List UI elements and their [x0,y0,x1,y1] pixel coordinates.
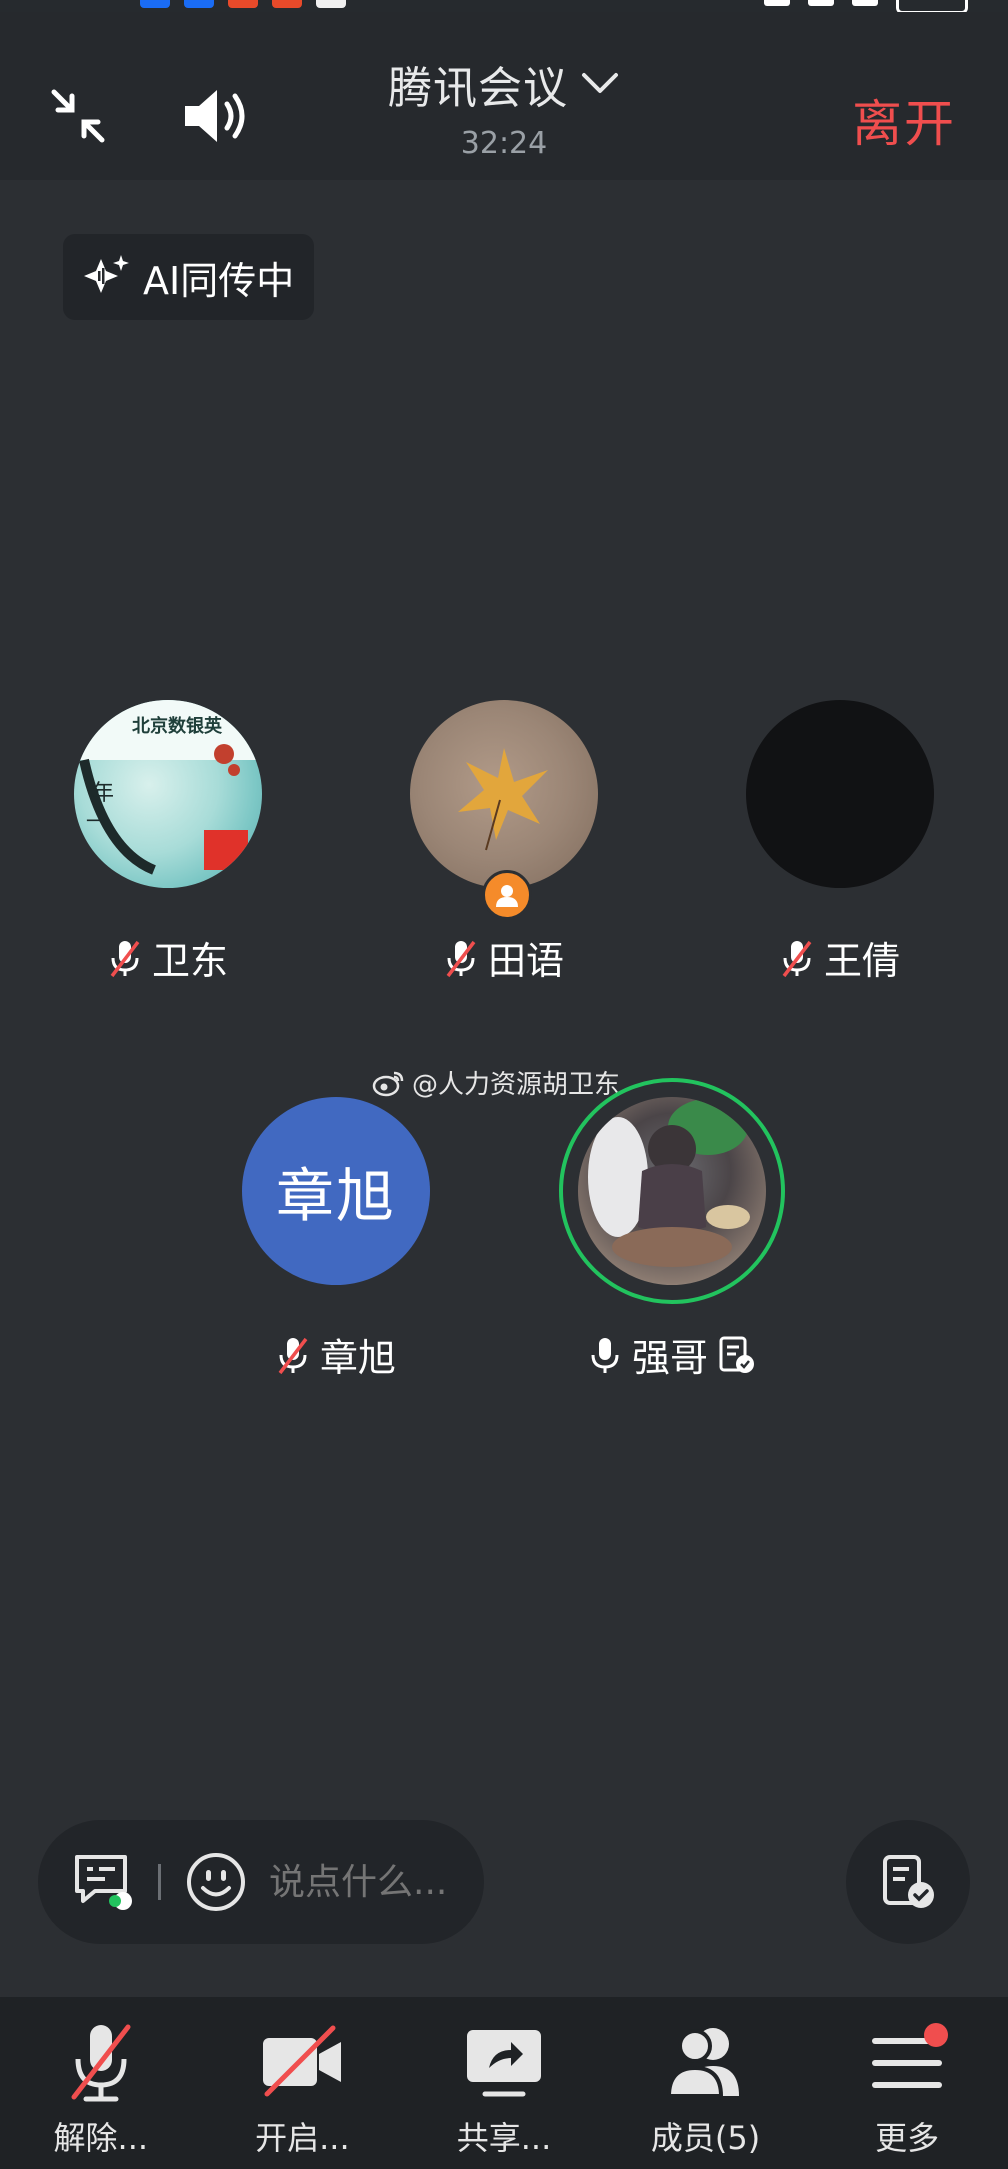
meeting-screen: 腾讯会议 32:24 离开 AI同传中 北京数银英 年 一 卫东 田语 王倩 @… [0,0,1008,2169]
meeting-timer: 32:24 [460,126,548,161]
members-label: 成员(5) [650,2119,761,2157]
unmute-label: 解除... [53,2119,149,2157]
meeting-toolbar: 解除... 开启... 共享... 成员(5) 更多 [0,1997,1008,2169]
divider [158,1864,161,1900]
emoji-icon [187,1853,245,1911]
weibo-watermark: @人力资源胡卫东 [372,1064,620,1101]
ai-badge-label: AI同传中 [143,258,295,303]
chat-input[interactable] [267,1860,471,1904]
participant-tile[interactable]: 田语 [374,700,634,985]
status-bar [0,0,1008,12]
participant-name: 王倩 [823,939,900,983]
chat-bar [38,1820,484,1944]
share-screen-button[interactable]: 共享... [403,1997,605,2169]
svg-text:年: 年 [92,781,114,806]
participant-name: 强哥 [631,1336,708,1380]
start-video-button[interactable]: 开启... [202,1997,404,2169]
avatar [578,1097,766,1285]
participant-name: 卫东 [151,939,228,983]
chevron-down-icon[interactable] [580,71,620,97]
leave-button[interactable]: 离开 [852,84,956,156]
meeting-title[interactable]: 腾讯会议 [388,52,568,116]
meeting-title-area[interactable]: 腾讯会议 32:24 [304,52,704,161]
participant-tile[interactable]: 章旭 章旭 [206,1097,466,1382]
avatar-image: 北京数银英 年 一 [74,700,262,875]
mic-icon [591,1337,619,1373]
meeting-header: 腾讯会议 32:24 离开 [0,12,1008,180]
mic-muted-icon [278,1337,308,1374]
share-screen-label: 共享... [456,2119,552,2157]
subtitles-button[interactable] [68,1847,138,1917]
participant-tile[interactable]: 北京数银英 年 一 卫东 [38,700,298,985]
mic-muted-icon [110,940,140,977]
avatar-image [458,748,548,851]
weibo-icon [372,1071,404,1096]
status-notification-icons [140,0,346,8]
speaker-button[interactable] [172,76,262,156]
svg-text:北京数银英: 北京数银英 [132,715,223,737]
collapse-arrows-icon [51,89,105,143]
speaker-icon [185,90,245,142]
mic-muted-icon [782,940,812,977]
mic-muted-icon [71,2024,131,2102]
watermark-text: @人力资源胡卫东 [412,1070,621,1100]
members-icon [666,2028,739,2098]
share-screen-icon [466,2030,541,2097]
notification-dot [924,2023,949,2047]
avatar [746,700,934,888]
start-video-label: 开启... [255,2119,350,2157]
participant-tile[interactable]: 王倩 [710,700,970,985]
ai-interpretation-badge[interactable]: AI同传中 [63,234,315,320]
notes-icon [883,1855,934,1908]
avatar [410,700,598,888]
emoji-button[interactable] [183,1849,249,1915]
participant-name: 章旭 [319,1336,396,1380]
video-off-icon [263,2025,342,2097]
more-button[interactable]: 更多 [806,1997,1008,2169]
svg-text:一: 一 [86,809,106,833]
minimize-window-button[interactable] [38,76,118,156]
shared-notes-icon [719,1336,754,1373]
more-label: 更多 [875,2119,940,2157]
avatar: 章旭 [242,1097,430,1285]
avatar-image [588,1099,750,1267]
ai-sparkle-icon [84,255,129,293]
status-system-icons [764,0,968,12]
host-badge-icon [482,870,532,920]
subtitles-icon [75,1855,132,1910]
avatar: 北京数银英 年 一 [74,700,262,888]
unmute-button[interactable]: 解除... [0,1997,202,2169]
speaking-ring [559,1078,785,1304]
participant-name: 田语 [487,939,564,983]
meeting-notes-button[interactable] [846,1820,970,1944]
mic-muted-icon [446,940,476,977]
members-button[interactable]: 成员(5) [605,1997,807,2169]
avatar-initials: 章旭 [275,1162,396,1230]
participant-tile[interactable]: 强哥 [542,1078,802,1382]
